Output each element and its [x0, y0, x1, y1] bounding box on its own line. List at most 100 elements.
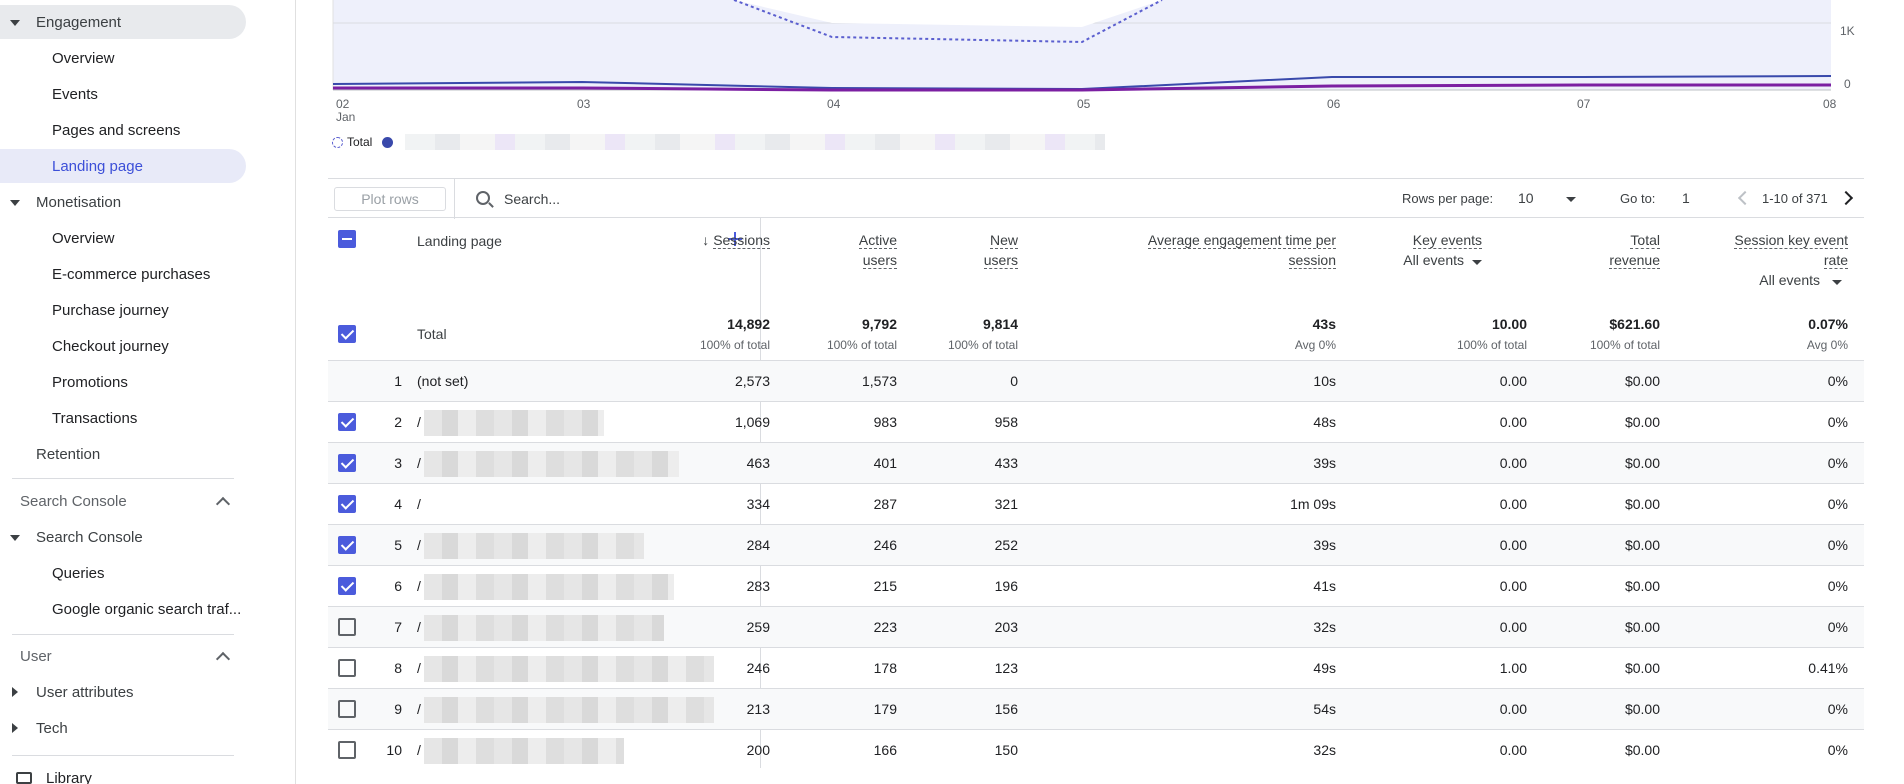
caret-right-icon — [12, 723, 18, 733]
table-row[interactable]: 1 (not set) 2,573 1,573 0 10s 0.00 $0.00 0% — [328, 360, 1864, 401]
landing-page-header[interactable]: Landing page — [417, 233, 502, 249]
metric-cell: 0% — [1827, 414, 1848, 430]
avg-engagement-header[interactable]: Average engagement time per session — [1076, 230, 1336, 270]
nav-google-organic-search[interactable]: Google organic search traf... — [0, 592, 246, 626]
total-subvalue: Avg 0% — [1294, 338, 1336, 352]
table-row[interactable]: 8 / 246 178 123 49s 1.00 $0.00 0.41% — [328, 647, 1864, 688]
row-checkbox[interactable] — [338, 536, 356, 554]
row-checkbox[interactable] — [338, 741, 356, 759]
header-line: users — [983, 252, 1018, 269]
new-users-header[interactable]: New users — [918, 230, 1018, 270]
nav-promotions[interactable]: Promotions — [0, 365, 246, 399]
metric-cell: $0.00 — [1624, 455, 1660, 471]
nav-purchase-journey[interactable]: Purchase journey — [0, 293, 246, 327]
metric-cell: 0.00 — [1499, 496, 1527, 512]
session-key-event-rate-header[interactable]: Session key event rate All events — [1698, 230, 1848, 290]
landing-page-cell[interactable]: / — [417, 742, 421, 758]
section-user[interactable]: User — [0, 639, 246, 673]
metric-cell: 10s — [1313, 373, 1336, 389]
key-events-filter[interactable]: All events — [1403, 252, 1482, 268]
nav-engagement-label: Engagement — [36, 13, 122, 31]
redacted-path — [424, 451, 679, 477]
goto-input[interactable]: 1 — [1682, 190, 1690, 206]
table-row[interactable]: 5 / 284 246 252 39s 0.00 $0.00 0% — [328, 524, 1864, 565]
metric-cell: 0% — [1827, 537, 1848, 553]
row-checkbox[interactable] — [338, 700, 356, 718]
nav-queries[interactable]: Queries — [0, 556, 246, 590]
table-row[interactable]: 6 / 283 215 196 41s 0.00 $0.00 0% — [328, 565, 1864, 606]
legend-total-label[interactable]: Total — [347, 135, 372, 149]
total-cell: 43s Avg 0% — [1196, 314, 1336, 355]
landing-page-cell[interactable]: / — [417, 537, 421, 553]
select-all-checkbox[interactable] — [338, 230, 356, 248]
nav-pages-and-screens[interactable]: Pages and screens — [0, 113, 246, 147]
table-row[interactable]: 3 / 463 401 433 39s 0.00 $0.00 0% — [328, 442, 1864, 483]
row-checkbox[interactable] — [338, 495, 356, 513]
row-checkbox[interactable] — [338, 413, 356, 431]
plot-rows-button[interactable]: Plot rows — [334, 187, 446, 211]
total-cell: 9,814 100% of total — [878, 314, 1018, 355]
total-subvalue: 100% of total — [1456, 338, 1527, 352]
landing-page-cell[interactable]: / — [417, 496, 421, 512]
table-row[interactable]: 7 / 259 223 203 32s 0.00 $0.00 0% — [328, 606, 1864, 647]
header-line: Average engagement time per — [1147, 232, 1336, 249]
row-checkbox[interactable] — [338, 659, 356, 677]
next-page-icon[interactable] — [1838, 190, 1854, 206]
nav-monetisation-overview[interactable]: Overview — [0, 221, 246, 255]
search-input[interactable] — [504, 189, 1004, 209]
nav-search-console[interactable]: Search Console — [0, 520, 246, 554]
nav-ecommerce-purchases[interactable]: E-commerce purchases — [0, 257, 246, 291]
metric-cell: 0% — [1827, 578, 1848, 594]
nav-transactions[interactable]: Transactions — [0, 401, 246, 435]
row-checkbox[interactable] — [338, 577, 356, 595]
x-tick-label: 05 — [1077, 97, 1091, 111]
table-row[interactable]: 2 / 1,069 983 958 48s 0.00 $0.00 0% — [328, 401, 1864, 442]
rate-filter[interactable]: All events — [1759, 272, 1848, 288]
key-events-header[interactable]: Key events All events — [1362, 230, 1482, 270]
landing-page-cell[interactable]: / — [417, 578, 421, 594]
nav-monetisation[interactable]: Monetisation — [0, 185, 246, 219]
table-row[interactable]: 4 / 334 287 321 1m 09s 0.00 $0.00 0% — [328, 483, 1864, 524]
nav-checkout-journey[interactable]: Checkout journey — [0, 329, 246, 363]
nav-tech[interactable]: Tech — [0, 711, 246, 745]
metric-cell: 0.00 — [1499, 414, 1527, 430]
landing-page-cell[interactable]: / — [417, 660, 421, 676]
metric-cell: 284 — [746, 537, 770, 553]
left-nav: Engagement Overview Events Pages and scr… — [0, 0, 296, 784]
sessions-header[interactable]: ↓ Sessions — [670, 230, 770, 250]
nav-library[interactable]: Library — [0, 761, 246, 784]
nav-engagement-overview[interactable]: Overview — [0, 41, 246, 75]
row-checkbox[interactable] — [338, 454, 356, 472]
total-subvalue: Avg 0% — [1806, 338, 1848, 352]
caret-down-icon — [10, 20, 20, 26]
nav-events[interactable]: Events — [0, 77, 246, 111]
total-row-checkbox[interactable] — [338, 325, 356, 343]
nav-retention[interactable]: Retention — [0, 437, 246, 471]
nav-label: Google organic search traf... — [52, 600, 242, 618]
total-subvalue: 100% of total — [947, 338, 1018, 352]
landing-page-cell[interactable]: / — [417, 414, 421, 430]
header-line: session — [1288, 252, 1336, 269]
section-search-console[interactable]: Search Console — [0, 484, 246, 518]
nav-engagement[interactable]: Engagement — [0, 5, 246, 39]
prev-page-icon[interactable] — [1737, 190, 1753, 206]
landing-page-cell[interactable]: (not set) — [417, 373, 468, 389]
table-row[interactable]: 9 / 213 179 156 54s 0.00 $0.00 0% — [328, 688, 1864, 729]
landing-page-cell[interactable]: / — [417, 701, 421, 717]
dropdown-arrow-icon[interactable] — [1566, 197, 1576, 202]
total-value: 0.07% — [1808, 316, 1848, 332]
landing-page-cell[interactable]: / — [417, 455, 421, 471]
metric-cell: 0.00 — [1499, 619, 1527, 635]
row-checkbox[interactable] — [338, 618, 356, 636]
landing-page-cell[interactable]: / — [417, 619, 421, 635]
metric-cell: 39s — [1313, 455, 1336, 471]
header-line: rate — [1823, 252, 1848, 269]
table-row[interactable]: 10 / 200 166 150 32s 0.00 $0.00 0% — [328, 729, 1864, 770]
nav-user-attributes[interactable]: User attributes — [0, 675, 246, 709]
caret-down-icon — [10, 535, 20, 541]
header-line: Session key event — [1734, 232, 1848, 249]
nav-landing-page[interactable]: Landing page — [0, 149, 246, 183]
active-users-header[interactable]: Active users — [797, 230, 897, 270]
rows-per-page-select[interactable]: 10 — [1518, 190, 1534, 206]
total-revenue-header[interactable]: Total revenue — [1560, 230, 1660, 270]
